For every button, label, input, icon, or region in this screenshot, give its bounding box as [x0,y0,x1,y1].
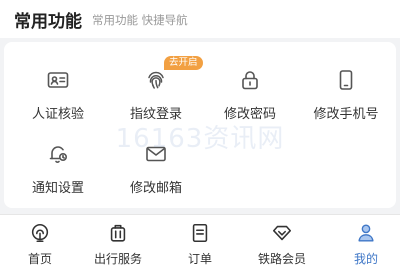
tab-home[interactable]: 首页 [0,215,80,273]
section-header: 常用功能 常用功能 快捷导航 [0,0,400,38]
section-title: 常用功能 [14,12,82,32]
fingerprint-icon [142,66,170,94]
change-email-label: 修改邮箱 [129,181,182,196]
functions-card: 人证核验 去开启 指纹登录 修改密码 修改手机号 通知设置 修改邮箱 [4,42,396,208]
notification-settings-label: 通知设置 [31,181,84,196]
tab-orders-label: 订单 [187,252,212,266]
enable-badge: 去开启 [164,56,203,70]
change-phone-label: 修改手机号 [313,107,379,122]
tab-home-label: 首页 [27,252,52,266]
mail-icon [142,140,170,168]
tab-railway-membership-label: 铁路会员 [257,252,306,266]
railway-logo-icon [31,223,49,243]
change-password-label: 修改密码 [223,107,276,122]
tab-travel-services-label: 出行服务 [93,252,142,266]
bottom-tab-bar: 首页 出行服务 订单 铁路会员 我的 [0,214,400,273]
luggage-icon [110,224,126,242]
id-card-icon [44,66,72,94]
order-list-icon [192,223,208,243]
phone-icon [332,66,360,94]
change-phone-button[interactable]: 修改手机号 [296,56,396,126]
id-verification-label: 人证核验 [31,107,84,122]
fingerprint-login-label: 指纹登录 [129,107,182,122]
fingerprint-login-button[interactable]: 去开启 指纹登录 [106,56,206,126]
tab-travel-services[interactable]: 出行服务 [78,215,158,273]
section-subtitle: 常用功能 快捷导航 [92,13,188,27]
bell-icon [44,140,72,168]
change-email-button[interactable]: 修改邮箱 [106,130,206,200]
change-password-button[interactable]: 修改密码 [200,56,300,126]
tab-mine-label: 我的 [353,252,378,266]
user-icon [358,224,374,242]
tab-orders[interactable]: 订单 [160,215,240,273]
tab-mine[interactable]: 我的 [326,215,400,273]
lock-icon [236,66,264,94]
diamond-icon [272,225,292,241]
tab-railway-membership[interactable]: 铁路会员 [242,215,322,273]
id-verification-button[interactable]: 人证核验 [8,56,108,126]
notification-settings-button[interactable]: 通知设置 [8,130,108,200]
